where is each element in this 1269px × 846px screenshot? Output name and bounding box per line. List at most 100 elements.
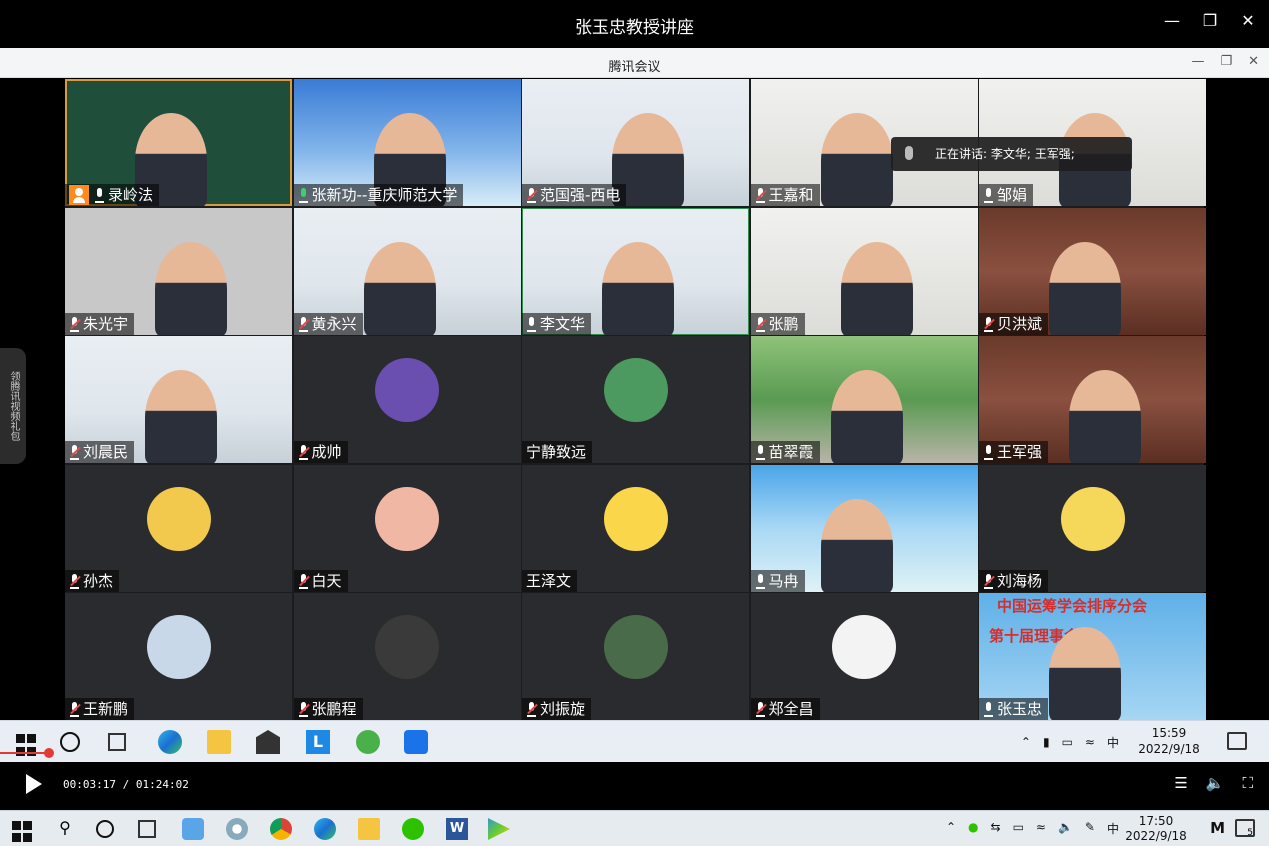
participant-tile[interactable]: 王泽文 <box>522 464 749 592</box>
minimize-icon[interactable]: — <box>1191 54 1204 69</box>
recorded-tray: ⌃ ▮ ▭ ≈ 中 <box>1021 721 1119 763</box>
ime-indicator[interactable]: 中 <box>1107 820 1119 837</box>
participant-video <box>363 241 436 335</box>
participant-name: 苗翠霞 <box>768 443 814 461</box>
screen: 张玉忠教授讲座 — ❐ ✕ 腾讯会议 — ❐ ✕ 录岭法 张新功--重庆师范大学 范… <box>0 0 1269 846</box>
minimize-icon[interactable]: — <box>1163 12 1181 30</box>
participant-name: 白天 <box>311 571 342 590</box>
ie-icon[interactable] <box>356 730 380 754</box>
participant-name-label: 张鹏程 <box>293 698 363 720</box>
participant-name-label: 黄永兴 <box>293 312 363 335</box>
chevron-up-icon[interactable]: ⌃ <box>946 820 956 837</box>
microphone-icon <box>94 188 105 203</box>
participant-tile[interactable]: 张新功--重庆师范大学 <box>293 79 521 206</box>
search-circle-icon[interactable] <box>60 732 80 752</box>
edge-icon[interactable] <box>314 818 336 840</box>
wifi-icon[interactable]: ≈ <box>1036 820 1046 837</box>
task-view-icon[interactable] <box>108 733 126 751</box>
gift-side-tab[interactable]: 领腾讯视频礼包 <box>0 348 26 464</box>
cortana-icon[interactable] <box>96 820 114 838</box>
participant-tile[interactable]: 贝洪斌 <box>979 207 1206 335</box>
volume-icon[interactable]: 🔈 <box>1058 820 1073 837</box>
participant-tile[interactable]: 录岭法 <box>65 79 292 206</box>
participant-tile[interactable]: 范国强-西电 <box>522 79 749 206</box>
volume-icon[interactable]: 🔈 <box>1206 774 1225 792</box>
task-view-icon[interactable] <box>138 820 156 838</box>
participant-tile[interactable]: 王军强 <box>979 336 1206 463</box>
notification-center-icon[interactable]: 5 <box>1235 819 1255 838</box>
battery-icon[interactable]: ▭ <box>1062 735 1073 749</box>
chevron-up-icon[interactable]: ⌃ <box>1021 735 1031 749</box>
file-explorer-icon[interactable] <box>358 818 380 840</box>
participant-tile[interactable]: 白天 <box>293 464 521 592</box>
word-icon[interactable]: W <box>446 818 468 840</box>
wechat-tray-icon[interactable]: ● <box>968 820 978 837</box>
participant-tile[interactable]: 刘海杨 <box>979 464 1206 592</box>
windows-start-icon[interactable] <box>12 821 34 843</box>
participant-tile[interactable]: 黄永兴 <box>293 207 521 335</box>
close-icon[interactable]: ✕ <box>1239 12 1257 30</box>
participant-name-label: 郑全昌 <box>750 698 820 720</box>
recorded-time: 15:59 <box>1151 726 1187 740</box>
participant-name-label: 邹娟 <box>979 184 1034 206</box>
participant-tile[interactable]: 苗翠霞 <box>750 336 978 463</box>
meeting-title: 腾讯会议 <box>608 60 661 75</box>
speaking-indicator: 正在讲话: 李文华; 王军强; <box>891 137 1132 171</box>
participant-tile[interactable]: 中国运筹学会排序分会 第十届理事会第 张玉忠 <box>979 593 1206 720</box>
participant-tile[interactable]: 朱光宇 <box>65 207 292 335</box>
participant-tile[interactable]: 宁静致远 <box>522 336 749 463</box>
chrome-icon[interactable] <box>270 818 292 840</box>
sliders-icon[interactable]: ⇆ <box>991 820 1001 837</box>
microphone-icon <box>905 146 913 160</box>
participant-tile[interactable]: 郑全昌 <box>750 593 978 720</box>
player-right-controls: ☰ 🔈 ⛶ <box>1174 774 1253 792</box>
participant-tile[interactable]: 李文华 <box>522 207 749 335</box>
participant-tile[interactable]: 马冉 <box>750 464 978 592</box>
restore-icon[interactable]: ❐ <box>1220 54 1232 69</box>
video-player-icon[interactable] <box>488 818 510 840</box>
banner-line-1: 中国运筹学会排序分会 <box>997 597 1148 615</box>
microphone-muted-icon <box>298 573 310 589</box>
pen-icon[interactable]: ✎ <box>1085 820 1095 837</box>
participant-tile[interactable]: 刘晨民 <box>65 336 292 463</box>
restore-icon[interactable]: ❐ <box>1201 12 1219 30</box>
fullscreen-icon[interactable]: ⛶ <box>1242 774 1253 792</box>
edge-icon[interactable] <box>158 730 182 754</box>
avatar <box>375 358 439 422</box>
participant-video <box>840 241 913 335</box>
search-icon[interactable]: ⚲ <box>54 818 76 840</box>
wechat-icon[interactable] <box>402 818 424 840</box>
participant-tile[interactable]: 张鹏程 <box>293 593 521 720</box>
participant-name-label: 王新鹏 <box>65 698 135 720</box>
participant-tile[interactable]: 孙杰 <box>65 464 292 592</box>
microphone-muted-icon <box>298 702 310 717</box>
microphone-icon[interactable]: ▮ <box>1043 735 1050 749</box>
close-icon[interactable]: ✕ <box>1248 54 1259 69</box>
participant-name-label: 张鹏 <box>750 312 805 335</box>
l-app-icon[interactable]: L <box>306 730 330 754</box>
file-explorer-icon[interactable] <box>207 730 231 754</box>
playback-progress[interactable] <box>0 752 50 754</box>
notification-icon[interactable] <box>1227 732 1247 750</box>
playlist-icon[interactable]: ☰ <box>1174 774 1187 792</box>
wifi-icon[interactable]: ≈ <box>1085 735 1095 749</box>
participant-name: 李文华 <box>540 314 586 333</box>
mail-icon[interactable] <box>256 730 280 754</box>
avatar <box>603 615 668 679</box>
windows-start-icon[interactable] <box>16 734 40 758</box>
app-icon-1[interactable] <box>182 818 204 840</box>
microphone-muted-icon <box>69 702 81 717</box>
participant-tile[interactable]: 刘振旋 <box>522 593 749 720</box>
participant-name: 刘海杨 <box>997 571 1043 590</box>
battery-icon[interactable]: ▭ <box>1013 820 1024 837</box>
ime-indicator[interactable]: 中 <box>1107 734 1119 751</box>
participant-name-label: 孙杰 <box>65 569 120 592</box>
tencent-meeting-icon[interactable] <box>404 730 428 754</box>
app-icon-2[interactable] <box>226 818 248 840</box>
mi-logo-icon[interactable]: M <box>1210 819 1225 837</box>
avatar <box>146 486 211 551</box>
participant-tile[interactable]: 张鹏 <box>750 207 978 335</box>
participant-tile[interactable]: 王新鹏 <box>65 593 292 720</box>
participant-tile[interactable]: 成帅 <box>293 336 521 463</box>
play-icon[interactable] <box>26 774 42 794</box>
